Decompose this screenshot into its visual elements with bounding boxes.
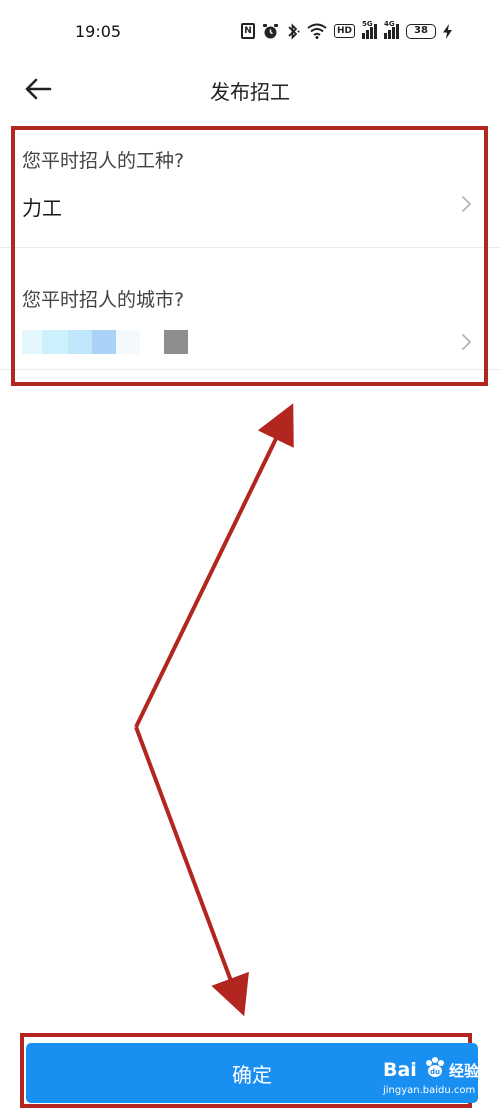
watermark-url: jingyan.baidu.com bbox=[383, 1085, 476, 1096]
alarm-icon bbox=[262, 21, 279, 41]
watermark-brand: Bai bbox=[383, 1059, 417, 1081]
baidu-jingyan-watermark: Bai du 经验 jingyan.baidu.com bbox=[383, 1055, 498, 1105]
work-type-value: 力工 bbox=[22, 196, 62, 220]
signal-5g-icon: 5G bbox=[362, 20, 378, 39]
chevron-right-icon bbox=[462, 196, 472, 212]
signal-5g-label: 5G bbox=[362, 20, 373, 28]
city-value-blurred bbox=[22, 330, 188, 354]
status-bar: 19:05 N HD 5G 4G 38 bbox=[0, 0, 500, 62]
annotation-arrow-down bbox=[134, 726, 249, 1017]
charging-icon bbox=[443, 21, 453, 41]
top-app-bar: 发布招工 bbox=[0, 62, 500, 117]
watermark-brand-suffix: du bbox=[430, 1068, 440, 1076]
page-title: 发布招工 bbox=[210, 80, 290, 104]
signal-4g-icon: 4G bbox=[384, 20, 400, 39]
hd-icon: HD bbox=[334, 24, 356, 38]
form-row-city[interactable]: 您平时招人的城市? bbox=[0, 252, 500, 370]
nfc-icon: N bbox=[241, 23, 255, 39]
chevron-right-icon bbox=[462, 334, 472, 350]
baidu-paw-logo: du bbox=[426, 1057, 444, 1077]
watermark-product: 经验 bbox=[449, 1062, 480, 1080]
status-time: 19:05 bbox=[75, 22, 122, 41]
form-row-work-type[interactable]: 您平时招人的工种? 力工 bbox=[0, 130, 500, 248]
battery-icon: 38 bbox=[406, 23, 437, 39]
bluetooth-icon bbox=[286, 21, 300, 41]
wifi-icon bbox=[307, 21, 327, 41]
city-question: 您平时招人的城市? bbox=[22, 289, 185, 311]
signal-4g-label: 4G bbox=[384, 20, 395, 28]
work-type-question: 您平时招人的工种? bbox=[22, 150, 185, 172]
annotation-arrow-up bbox=[134, 403, 294, 728]
status-icons: N HD 5G 4G 38 bbox=[241, 20, 453, 42]
